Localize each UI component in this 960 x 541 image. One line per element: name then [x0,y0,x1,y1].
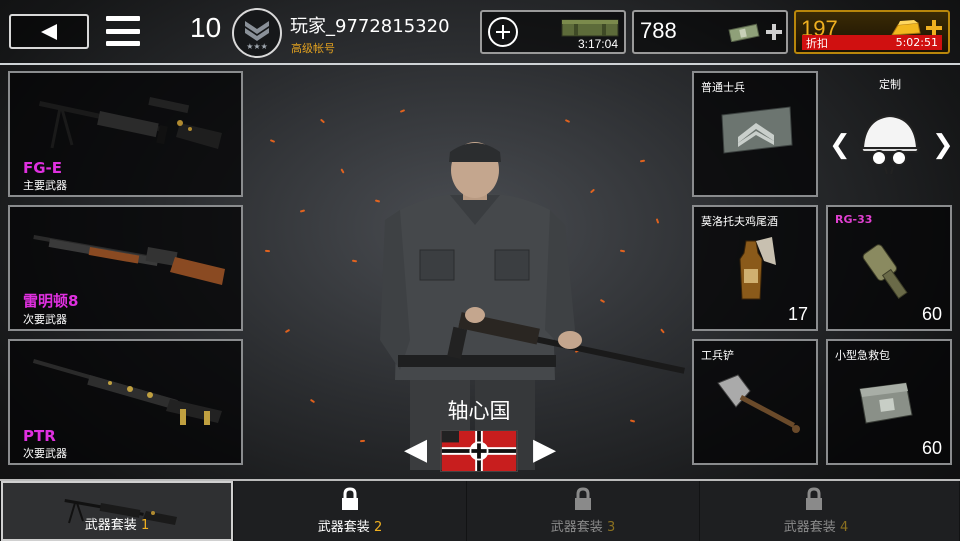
weapon-slot-type: 次要武器 [23,313,67,326]
menu-icon [106,16,140,21]
helmet-icon[interactable] [857,112,923,176]
medkit-slot[interactable]: 小型急救包 60 [826,339,952,465]
primary-weapon-slot[interactable]: FG-E 主要武器 [8,71,243,197]
cash-panel[interactable]: 788 [632,10,788,54]
cash-icon [728,23,760,42]
soldier-character [380,142,685,470]
loadout-tab-2[interactable]: 武器套装 2 [234,481,466,541]
lock-icon [575,487,591,510]
grenade-count: 60 [921,304,942,324]
tab-label: 武器套装 [84,518,137,533]
gold-panel[interactable]: 197 折扣 5:02:51 [794,10,950,54]
discount-timer: 5:02:51 [895,36,938,49]
molotov-count: 17 [787,304,808,324]
tab-number: 4 [839,520,849,535]
private-rank-icon: ★★★ [245,21,269,51]
customize-title: 定制 [879,78,901,91]
entrenching-shovel-icon [717,374,800,433]
faction-prev-arrow[interactable]: ◀ [404,432,427,467]
weapon-slot-type: 主要武器 [23,179,67,192]
weapon-slot-type: 次要武器 [23,447,67,460]
rank-insignia-icon [721,106,793,154]
supply-crate-panel[interactable]: 3:17:04 [480,10,626,54]
molotov-slot[interactable]: 莫洛托夫鸡尾酒 17 [692,205,818,331]
player-name: 玩家_9772815320 [290,16,450,37]
back-arrow-icon [41,23,57,40]
lock-icon [342,487,358,510]
medkit-count: 60 [921,438,942,458]
crate-timer: 3:17:04 [577,37,618,51]
back-button[interactable] [9,14,89,49]
axis-flag-icon [440,430,518,472]
tab-label: 武器套装 [317,520,370,535]
plus-icon [496,25,510,39]
loadout-tab-4[interactable]: 武器套装 4 [700,481,959,541]
add-cash-icon[interactable] [764,22,784,42]
tab-number: 1 [140,518,150,533]
rank-badge[interactable]: ★★★ [232,8,282,58]
faction-next-arrow[interactable]: ▶ [533,432,556,467]
ptr-antitank-rifle-icon [32,359,222,425]
remington-8-rifle-icon [33,235,225,285]
customize-next-arrow[interactable]: ❯ [932,130,954,160]
menu-button[interactable] [106,14,140,48]
loadout-tab-3[interactable]: 武器套装 3 [467,481,699,541]
secondary-weapon-slot-1[interactable]: 雷明顿8 次要武器 [8,205,243,331]
account-type: 高级帐号 [291,42,335,55]
shovel-slot[interactable]: 工兵铲 [692,339,818,465]
grenade-label: RG-33 [835,213,873,226]
discount-banner[interactable]: 折扣 5:02:51 [802,35,942,50]
lock-icon [806,487,822,510]
tab-label: 武器套装 [550,520,603,535]
supply-crate-icon [561,19,619,37]
top-divider [0,63,960,65]
loadout-tab-1[interactable]: 武器套装 1 [1,481,233,541]
grenade-slot[interactable]: RG-33 60 [826,205,952,331]
weapon-name: PTR [23,427,56,445]
weapon-name: 雷明顿8 [23,292,79,310]
tab-label: 武器套装 [783,520,836,535]
molotov-cocktail-icon [739,237,776,300]
rank-insignia-slot[interactable]: 普通士兵 [692,71,818,197]
add-crate-button[interactable] [488,17,518,47]
medkit-label: 小型急救包 [835,349,890,362]
tab-number: 3 [606,520,616,535]
shovel-label: 工兵铲 [701,349,734,362]
rg33-grenade-icon [862,244,908,299]
svg-text:★★★: ★★★ [246,42,268,51]
player-level: 10 [190,12,222,43]
rank-label: 普通士兵 [701,81,745,94]
faction-name: 轴心国 [447,399,511,423]
first-aid-kit-icon [859,382,913,424]
tab-number: 2 [373,520,383,535]
molotov-label: 莫洛托夫鸡尾酒 [701,215,778,228]
weapon-name: FG-E [23,159,63,177]
cash-amount: 788 [640,18,677,43]
discount-label: 折扣 [806,36,828,50]
secondary-weapon-slot-2[interactable]: PTR 次要武器 [8,339,243,465]
customize-prev-arrow[interactable]: ❮ [829,130,851,160]
fg-e-rifle-icon [38,97,222,149]
